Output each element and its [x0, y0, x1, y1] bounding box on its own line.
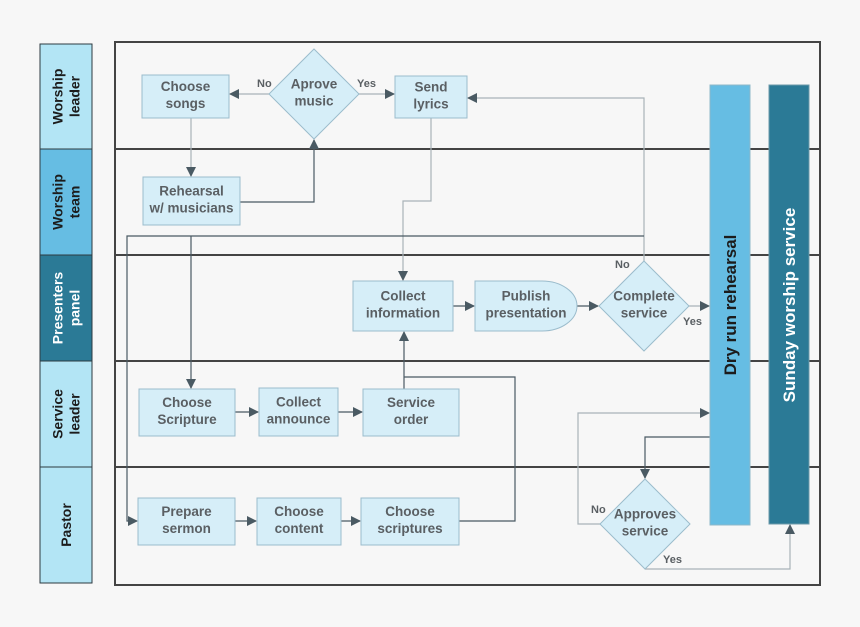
node-choose-content-label-line: content [275, 521, 324, 536]
node-approves-service-label-line: Approves [614, 507, 676, 522]
node-choose-scripture-label-line: Scripture [157, 412, 217, 427]
node-publish-presentation-label-line: presentation [485, 306, 566, 321]
dry-run-rehearsal-label-line: Dry run rehearsal [721, 235, 740, 376]
node-prepare-sermon-label-line: Prepare [161, 504, 212, 519]
label-no-aprove: No [257, 78, 272, 90]
node-choose-scriptures-label-line: scriptures [377, 521, 442, 536]
lane-label-worship-team-line: team [67, 186, 83, 219]
node-complete-service-label-line: Complete [613, 289, 675, 304]
lane-label-pastor: Pastor [58, 503, 74, 547]
node-collect-information-label-line: Collect [380, 289, 426, 304]
node-prepare-sermon-label-line: sermon [162, 521, 211, 536]
sunday-worship-label: Sunday worship service [780, 208, 799, 403]
lane-label-worship-team-line: Worship [50, 174, 66, 230]
node-service-order-label-line: order [394, 412, 429, 427]
node-rehearsal-label-line: w/ musicians [148, 201, 233, 216]
node-complete-service-label-line: service [621, 306, 668, 321]
label-no-approves: No [591, 504, 606, 516]
node-aprove-music-label-line: Aprove [291, 77, 338, 92]
node-publish-presentation-label-line: Publish [502, 289, 551, 304]
node-send-lyrics-label-line: lyrics [413, 97, 448, 112]
node-collect-announce-label-line: Collect [276, 395, 322, 410]
lane-label-service-leader-line: leader [67, 393, 83, 435]
label-yes-approves: Yes [663, 554, 682, 566]
sunday-worship-label-line: Sunday worship service [780, 208, 799, 403]
lane-label-service-leader-line: Service [50, 389, 66, 439]
node-choose-scriptures-label-line: Choose [385, 504, 435, 519]
node-choose-scripture-label-line: Choose [162, 395, 212, 410]
label-yes-complete: Yes [683, 316, 702, 328]
node-rehearsal-label-line: Rehearsal [159, 184, 224, 199]
label-yes-aprove: Yes [357, 78, 376, 90]
lane-label-worship-leader-line: leader [67, 75, 83, 117]
node-approves-service-label-line: service [622, 524, 669, 539]
lane-label-worship-leader: Worship leader [50, 69, 83, 125]
node-aprove-music-label-line: music [294, 94, 334, 109]
lane-label-service-leader: Service leader [50, 389, 83, 439]
node-choose-songs-label-line: Choose [161, 79, 211, 94]
node-collect-information-label-line: information [366, 306, 440, 321]
node-collect-announce-label-line: announce [267, 412, 331, 427]
node-service-order-label-line: Service [387, 395, 436, 410]
dry-run-rehearsal-label: Dry run rehearsal [721, 235, 740, 376]
node-send-lyrics-label-line: Send [414, 80, 447, 95]
lane-label-worship-leader-line: Worship [50, 69, 66, 125]
lane-label-presenters-panel-line: panel [67, 290, 83, 327]
lane-label-pastor-line: Pastor [58, 503, 74, 547]
lane-label-presenters-panel-line: Presenters [50, 272, 66, 345]
label-no-complete: No [615, 259, 630, 271]
node-choose-content-label-line: Choose [274, 504, 324, 519]
swimlane-flowchart: Worship leaderWorship teamPresenters panelS… [39, 41, 821, 586]
node-choose-songs-label-line: songs [166, 96, 206, 111]
